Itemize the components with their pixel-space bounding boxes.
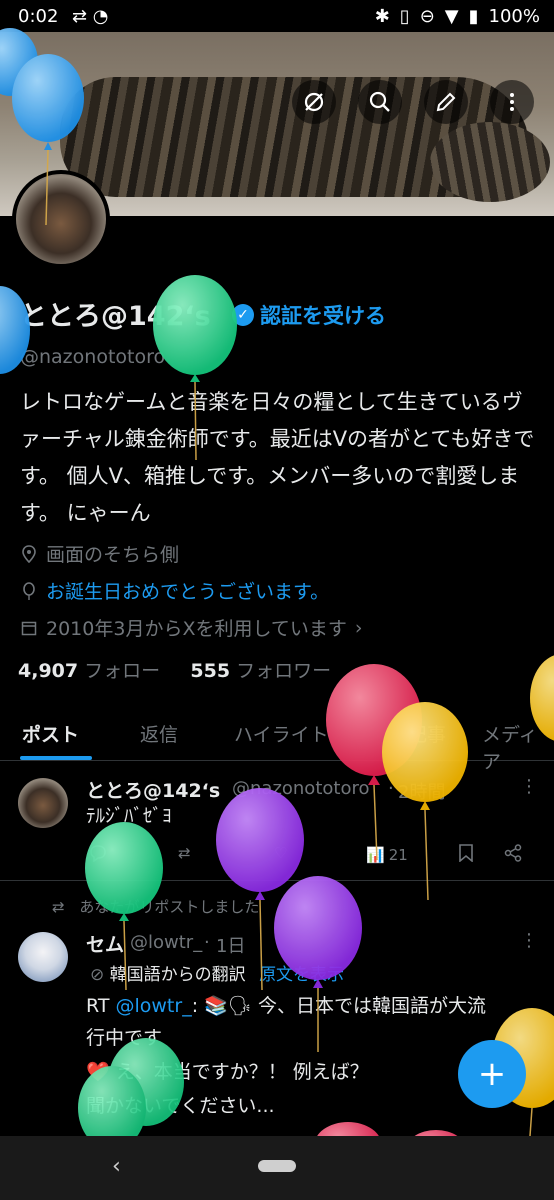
post-time-separator: · [204,932,210,953]
tab-articles[interactable]: 記事 [408,720,446,747]
rt-prefix: RT [86,995,110,1017]
balloon-icon [20,581,38,600]
post-more-icon[interactable]: ⋮ [520,930,538,951]
bookmark-icon[interactable] [458,844,474,862]
post-text-line1-rest: : 📚🗣 今、日本では韓国語が大流 [191,995,486,1017]
post-avatar[interactable] [18,778,68,828]
tab-media[interactable]: メディア [482,720,554,774]
joined-text: 2010年3月からXを利用しています [46,618,347,640]
profile-avatar[interactable] [12,170,110,268]
verified-badge-icon: ✓ [232,304,254,326]
chevron-right-icon: › [354,616,363,639]
following-link[interactable]: 4,907 フォロー [18,660,160,682]
status-bar: 0:02 ⇄ ◔ ✱ ▯ ⊖ ▼ ▮ 100% [0,0,554,32]
views-count: 21 [388,846,408,864]
location-pin-icon [20,544,38,563]
plus-icon: + [477,1054,507,1094]
followers-label: フォロワー [236,660,332,682]
post-text-line2: 行中です [86,1027,163,1049]
rt-mention-link[interactable]: @lowtr_ [115,995,191,1017]
post-text-line4: 聞かないでください... [86,1095,275,1117]
profile-name: ととろ@142‘s [20,301,211,332]
compose-button[interactable]: + [458,1040,526,1108]
status-time: 0:02 [18,6,59,27]
repost-label: あなたがリポストしました [79,898,260,916]
following-count: 4,907 [18,660,79,682]
post-divider [0,880,554,881]
post-author-name[interactable]: セム [86,930,124,957]
tab-active-indicator [20,756,92,760]
profile-handle: @nazonototoro [20,346,166,368]
profile-tabs: ポスト 返信 ハイライト 記事 メディア [0,706,554,773]
verify-link[interactable]: ✓ 認証を受ける [232,300,386,330]
system-nav-bar: ‹ [0,1136,554,1200]
search-icon[interactable] [358,80,402,124]
post-avatar[interactable] [18,932,68,982]
bluetooth-icon: ✱ [374,6,390,27]
profile-location: 画面のそちら側 [20,540,179,567]
grok-icon[interactable] [292,80,336,124]
translate-label: 韓国語からの翻訳 [109,965,246,985]
battery-icon: ▮ [468,6,479,27]
back-icon[interactable]: ‹ [112,1154,121,1179]
home-pill[interactable] [258,1160,296,1172]
calendar-icon [20,619,38,637]
dnd-icon: ⊖ [419,6,435,27]
post-text-line3: ❤️ え、本当ですか？！ 例えば？ [86,1061,369,1083]
tab-replies[interactable]: 返信 [140,720,178,747]
profile-birthday: お誕生日おめでとうございます。 [20,577,329,604]
show-original-link[interactable]: 原文を表示 [259,965,344,985]
follow-stats: 4,907 フォロー 555 フォロワー [18,656,331,683]
share-icon[interactable] [504,844,522,862]
translation-row: ⊘ 韓国語からの翻訳 原文を表示 [90,960,344,985]
views-stat[interactable]: 📊 21 [366,846,408,864]
post-text: ﾃﾙｼﾞﾊﾞｾﾞﾖ [86,805,172,827]
post-author-handle: @nazonototoro [232,778,370,799]
repost-indicator: ⇄ あなたがリポストしました [52,896,259,917]
post-author-name[interactable]: ととろ@142‘s [86,776,220,803]
followers-link[interactable]: 555 フォロワー [190,660,331,682]
reply-icon[interactable] [88,844,108,862]
repost-icon[interactable]: ⇄ [178,844,191,862]
location-text: 画面のそちら側 [46,544,180,566]
edit-icon[interactable] [424,80,468,124]
status-icons: ✱ ▯ ⊖ ▼ ▮ 100% [375,6,540,27]
profile-joined[interactable]: 2010年3月からXを利用しています › [20,614,363,641]
profile-bio: レトロなゲームと音楽を日々の糧として生きているヴァーチャル錬金術師です。最近はV… [20,390,535,525]
vibrate-icon: ▯ [399,6,410,27]
translate-icon: ⊘ [90,965,105,985]
post-text-line1: RT @lowtr_: 📚🗣 今、日本では韓国語が大流 [86,990,486,1022]
balloon-red [326,664,422,861]
birthday-text[interactable]: お誕生日おめでとうございます。 [46,577,329,604]
verify-label: 認証を受ける [260,304,386,328]
views-icon: 📊 [366,846,385,864]
repost-small-icon: ⇄ [52,898,65,916]
post-more-icon[interactable]: ⋮ [520,776,538,797]
tab-highlights[interactable]: ハイライト [234,720,329,747]
battery-percent: 100% [488,6,540,27]
wifi-icon: ▼ [444,6,459,27]
following-label: フォロー [84,660,161,682]
more-icon[interactable] [490,80,534,124]
post-author-handle: @lowtr_ [130,932,203,953]
post-time: 2時間 [398,782,446,803]
like-icon[interactable]: ♡ [274,844,287,862]
followers-count: 555 [190,660,231,682]
sync-icon: ⇄ ◔ [72,6,109,27]
tab-posts[interactable]: ポスト [22,720,79,747]
post-time: 1日 [216,936,246,957]
post-time-separator: · [388,778,394,799]
banner-cat-head [430,122,550,202]
